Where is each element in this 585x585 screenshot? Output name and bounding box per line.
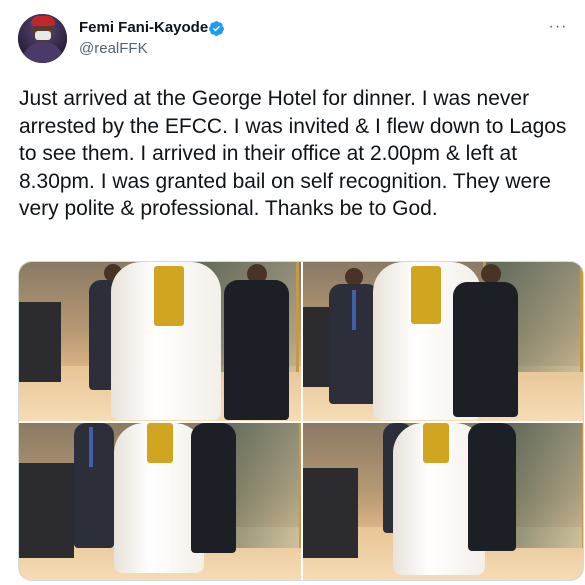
display-name[interactable]: Femi Fani-Kayode bbox=[79, 19, 208, 36]
media-grid bbox=[18, 261, 584, 581]
more-options-button[interactable]: ··· bbox=[545, 14, 571, 40]
avatar[interactable] bbox=[18, 14, 67, 63]
tweet-photo-1[interactable] bbox=[19, 262, 301, 421]
verified-badge-icon bbox=[209, 21, 224, 36]
ellipsis-icon: ··· bbox=[548, 18, 568, 35]
tweet-photo-2[interactable] bbox=[303, 262, 583, 421]
tweet-photo-4[interactable] bbox=[303, 423, 583, 580]
user-handle[interactable]: @realFFK bbox=[79, 40, 148, 57]
tweet-photo-3[interactable] bbox=[19, 423, 301, 580]
tweet-text: Just arrived at the George Hotel for din… bbox=[19, 87, 567, 220]
tweet-card[interactable]: Femi Fani-Kayode @realFFK ··· Just arriv… bbox=[0, 0, 585, 585]
